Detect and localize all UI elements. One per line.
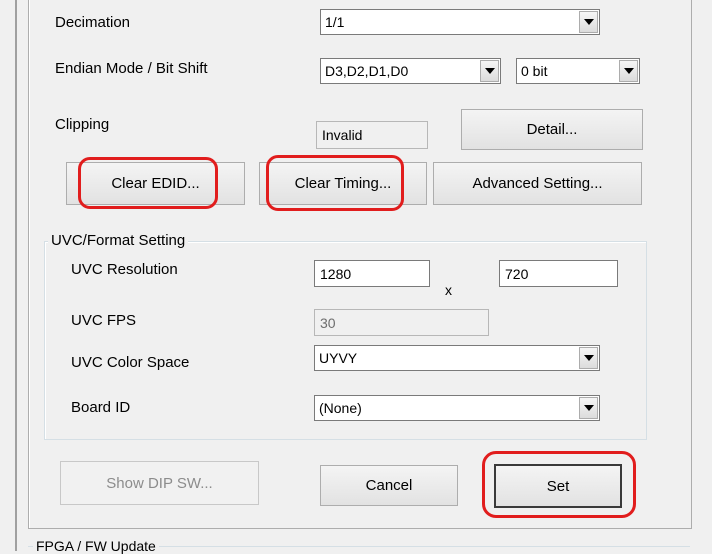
show-dip-sw-button: Show DIP SW... bbox=[60, 461, 259, 505]
clipping-field: Invalid bbox=[316, 121, 428, 149]
endian-select[interactable]: D3,D2,D1,D0 bbox=[320, 58, 501, 84]
chevron-down-icon[interactable] bbox=[619, 60, 638, 82]
uvc-resolution-label: UVC Resolution bbox=[71, 261, 178, 278]
fpga-fw-update-title: FPGA / FW Update bbox=[33, 538, 159, 554]
uvc-color-space-select[interactable]: UYVY bbox=[314, 345, 600, 371]
decimation-label: Decimation bbox=[55, 14, 131, 31]
uvc-fps-label: UVC FPS bbox=[71, 312, 137, 329]
uvc-fps-field: 30 bbox=[314, 309, 489, 336]
detail-button[interactable]: Detail... bbox=[461, 109, 643, 150]
decimation-select[interactable]: 1/1 bbox=[320, 9, 600, 35]
uvc-color-space-label: UVC Color Space bbox=[71, 354, 190, 371]
chevron-down-icon[interactable] bbox=[480, 60, 499, 82]
endian-label: Endian Mode / Bit Shift bbox=[55, 60, 208, 77]
cancel-button[interactable]: Cancel bbox=[320, 465, 458, 506]
set-button[interactable]: Set bbox=[494, 464, 622, 508]
board-id-select[interactable]: (None) bbox=[314, 395, 600, 421]
uvc-height-input[interactable]: 720 bbox=[499, 260, 618, 287]
bitshift-value: 0 bit bbox=[521, 63, 548, 79]
advanced-setting-button[interactable]: Advanced Setting... bbox=[433, 162, 642, 205]
window-edge bbox=[15, 0, 17, 551]
chevron-down-icon[interactable] bbox=[579, 397, 598, 419]
uvc-color-space-value: UYVY bbox=[319, 350, 358, 366]
clear-edid-button[interactable]: Clear EDID... bbox=[66, 162, 245, 205]
decimation-value: 1/1 bbox=[325, 14, 345, 30]
uvc-width-input[interactable]: 1280 bbox=[314, 260, 430, 287]
endian-value: D3,D2,D1,D0 bbox=[325, 63, 409, 79]
chevron-down-icon[interactable] bbox=[579, 11, 598, 33]
clear-timing-button[interactable]: Clear Timing... bbox=[259, 162, 427, 205]
chevron-down-icon[interactable] bbox=[579, 347, 598, 369]
clipping-label: Clipping bbox=[55, 116, 110, 133]
board-id-label: Board ID bbox=[71, 399, 131, 416]
bitshift-select[interactable]: 0 bit bbox=[516, 58, 640, 84]
uvc-group-title: UVC/Format Setting bbox=[48, 232, 189, 249]
board-id-value: (None) bbox=[319, 400, 362, 416]
times-label: x bbox=[445, 282, 452, 298]
